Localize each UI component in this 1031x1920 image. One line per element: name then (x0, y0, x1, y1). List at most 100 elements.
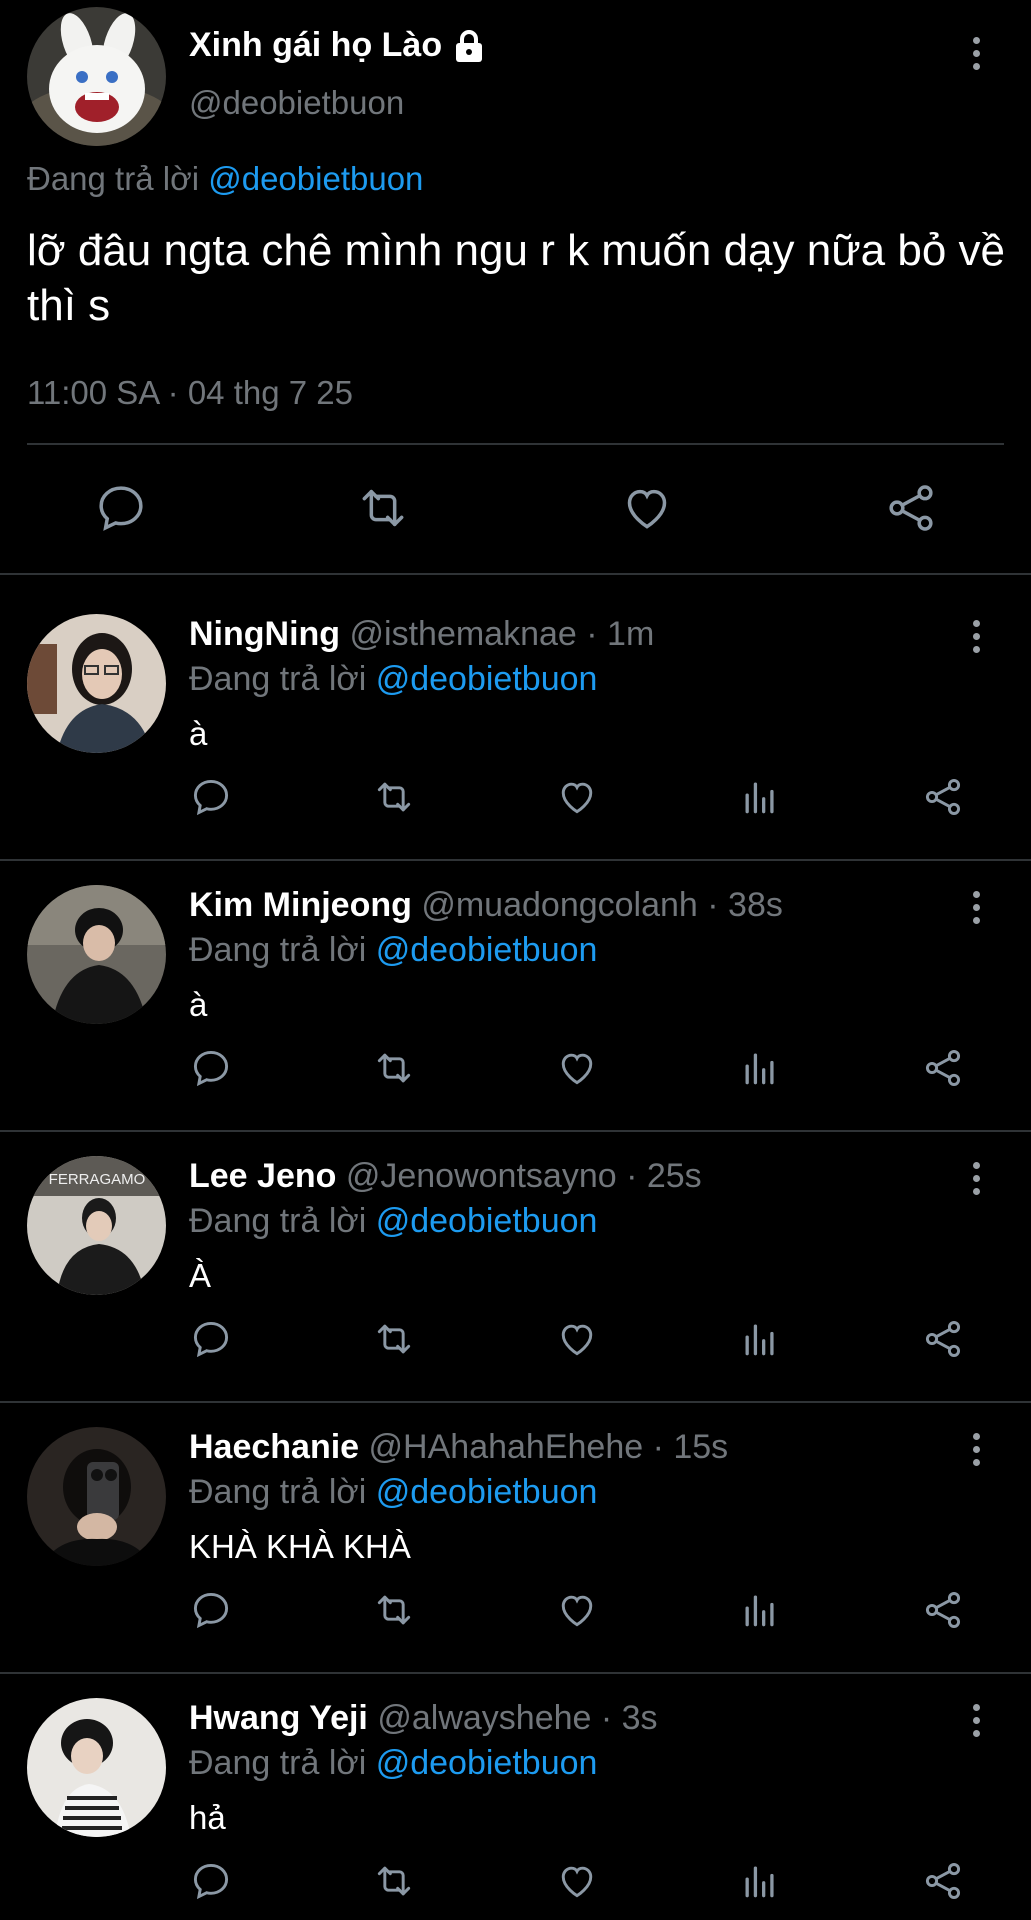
replying-to: Đang trả lời @deobietbuon (189, 1744, 597, 1783)
replying-mention-link[interactable]: @deobietbuon (376, 931, 598, 969)
reply-text: hả (189, 1799, 226, 1836)
reply-header: Hwang Yeji @alwayshehe · 3s (189, 1699, 658, 1738)
replying-prefix: Đang trả lời (189, 660, 367, 698)
main-action-bar (0, 480, 1031, 540)
reply-icon[interactable] (189, 775, 233, 819)
white-rabbit-avatar-icon (27, 7, 166, 146)
reply-text: à (189, 715, 208, 752)
avatar[interactable] (27, 1698, 166, 1837)
like-icon[interactable] (555, 775, 599, 819)
views-icon[interactable] (738, 775, 782, 819)
replying-prefix: Đang trả lời (189, 931, 367, 969)
reply-tweet[interactable]: Kim Minjeong @muadongcolanh · 38s Đang t… (0, 846, 1031, 1117)
reply-icon[interactable] (93, 480, 149, 536)
views-icon[interactable] (738, 1588, 782, 1632)
avatar-photo (27, 1698, 166, 1837)
avatar[interactable] (27, 1427, 166, 1566)
replying-mention-link[interactable]: @deobietbuon (376, 1473, 598, 1511)
like-icon[interactable] (555, 1588, 599, 1632)
reply-header: Kim Minjeong @muadongcolanh · 38s (189, 886, 783, 925)
avatar-photo (27, 885, 166, 1024)
reply-action-bar (0, 775, 1031, 825)
share-icon[interactable] (921, 1588, 965, 1632)
retweet-icon[interactable] (372, 775, 416, 819)
handle-and-time[interactable]: @Jenowontsayno · 25s (346, 1157, 702, 1195)
like-icon[interactable] (555, 1859, 599, 1903)
avatar-text: FERRAGAMO (49, 1171, 146, 1188)
views-icon[interactable] (738, 1859, 782, 1903)
handle-and-time[interactable]: @muadongcolanh · 38s (421, 886, 783, 924)
user-handle[interactable]: @deobietbuon (189, 84, 404, 122)
divider (27, 443, 1004, 445)
display-name[interactable]: Kim Minjeong (189, 886, 412, 924)
retweet-icon[interactable] (372, 1317, 416, 1361)
like-icon[interactable] (555, 1046, 599, 1090)
reply-header: Haechanie @HAhahahEhehe · 15s (189, 1428, 728, 1467)
more-options-icon[interactable] (964, 1424, 988, 1474)
share-icon[interactable] (921, 1859, 965, 1903)
reply-tweet[interactable]: FERRAGAMO Lee Jeno @Jenowontsayno · 25s … (0, 1117, 1031, 1388)
replying-mention-link[interactable]: @deobietbuon (376, 660, 598, 698)
replying-mention-link[interactable]: @deobietbuon (208, 160, 423, 197)
replying-to: Đang trả lời @deobietbuon (189, 660, 597, 699)
replying-prefix: Đang trả lời (27, 160, 200, 197)
reply-tweet[interactable]: NingNing @isthemaknae · 1m Đang trả lời … (0, 575, 1031, 846)
replying-to: Đang trả lời @deobietbuon (189, 1473, 597, 1512)
replying-to: Đang trả lời @deobietbuon (189, 931, 597, 970)
retweet-icon[interactable] (372, 1046, 416, 1090)
reply-icon[interactable] (189, 1859, 233, 1903)
reply-tweet[interactable]: Hwang Yeji @alwayshehe · 3s Đang trả lời… (0, 1659, 1031, 1920)
display-name-text: Xinh gái họ Lào (189, 26, 443, 64)
avatar-photo: FERRAGAMO (27, 1156, 166, 1295)
more-options-icon[interactable] (964, 28, 988, 78)
avatar[interactable] (27, 885, 166, 1024)
reply-text: à (189, 986, 208, 1023)
reply-icon[interactable] (189, 1046, 233, 1090)
share-icon[interactable] (921, 775, 965, 819)
avatar[interactable] (27, 614, 166, 753)
tweet-timestamp[interactable]: 11:00 SA · 04 thg 7 25 (27, 374, 353, 412)
more-options-icon[interactable] (964, 882, 988, 932)
replying-mention-link[interactable]: @deobietbuon (376, 1202, 598, 1240)
like-icon[interactable] (555, 1317, 599, 1361)
reply-text: À (189, 1257, 212, 1294)
handle-and-time[interactable]: @isthemaknae · 1m (350, 615, 655, 653)
reply-header: NingNing @isthemaknae · 1m (189, 615, 654, 654)
reply-icon[interactable] (189, 1588, 233, 1632)
reply-tweet[interactable]: Haechanie @HAhahahEhehe · 15s Đang trả l… (0, 1388, 1031, 1659)
replying-prefix: Đang trả lời (189, 1744, 367, 1782)
handle-and-time[interactable]: @HAhahahEhehe · 15s (369, 1428, 729, 1466)
views-icon[interactable] (738, 1046, 782, 1090)
display-name[interactable]: Hwang Yeji (189, 1699, 368, 1737)
reply-action-bar (0, 1317, 1031, 1367)
share-icon[interactable] (921, 1317, 965, 1361)
replying-mention-link[interactable]: @deobietbuon (376, 1744, 598, 1782)
avatar[interactable]: FERRAGAMO (27, 1156, 166, 1295)
retweet-icon[interactable] (355, 480, 411, 536)
share-icon[interactable] (921, 1046, 965, 1090)
replying-prefix: Đang trả lời (189, 1473, 367, 1511)
display-name[interactable]: NingNing (189, 615, 340, 653)
more-options-icon[interactable] (964, 611, 988, 661)
reply-action-bar (0, 1046, 1031, 1096)
avatar-photo (27, 1427, 166, 1566)
reply-header: Lee Jeno @Jenowontsayno · 25s (189, 1157, 702, 1196)
display-name[interactable]: Haechanie (189, 1428, 359, 1466)
views-icon[interactable] (738, 1317, 782, 1361)
share-icon[interactable] (883, 480, 939, 536)
reply-icon[interactable] (189, 1317, 233, 1361)
retweet-icon[interactable] (372, 1859, 416, 1903)
handle-and-time[interactable]: @alwayshehe · 3s (377, 1699, 657, 1737)
replying-to: Đang trả lời @deobietbuon (189, 1202, 597, 1241)
main-tweet: Xinh gái họ Lào @deobietbuon Đang trả lờ… (0, 0, 1031, 575)
more-options-icon[interactable] (964, 1695, 988, 1745)
like-icon[interactable] (619, 480, 675, 536)
more-options-icon[interactable] (964, 1153, 988, 1203)
reply-text: KHÀ KHÀ KHÀ (189, 1528, 411, 1565)
lock-icon (456, 29, 483, 62)
replying-prefix: Đang trả lời (189, 1202, 367, 1240)
display-name[interactable]: Xinh gái họ Lào (189, 26, 486, 65)
avatar[interactable] (27, 7, 166, 146)
display-name[interactable]: Lee Jeno (189, 1157, 336, 1195)
retweet-icon[interactable] (372, 1588, 416, 1632)
